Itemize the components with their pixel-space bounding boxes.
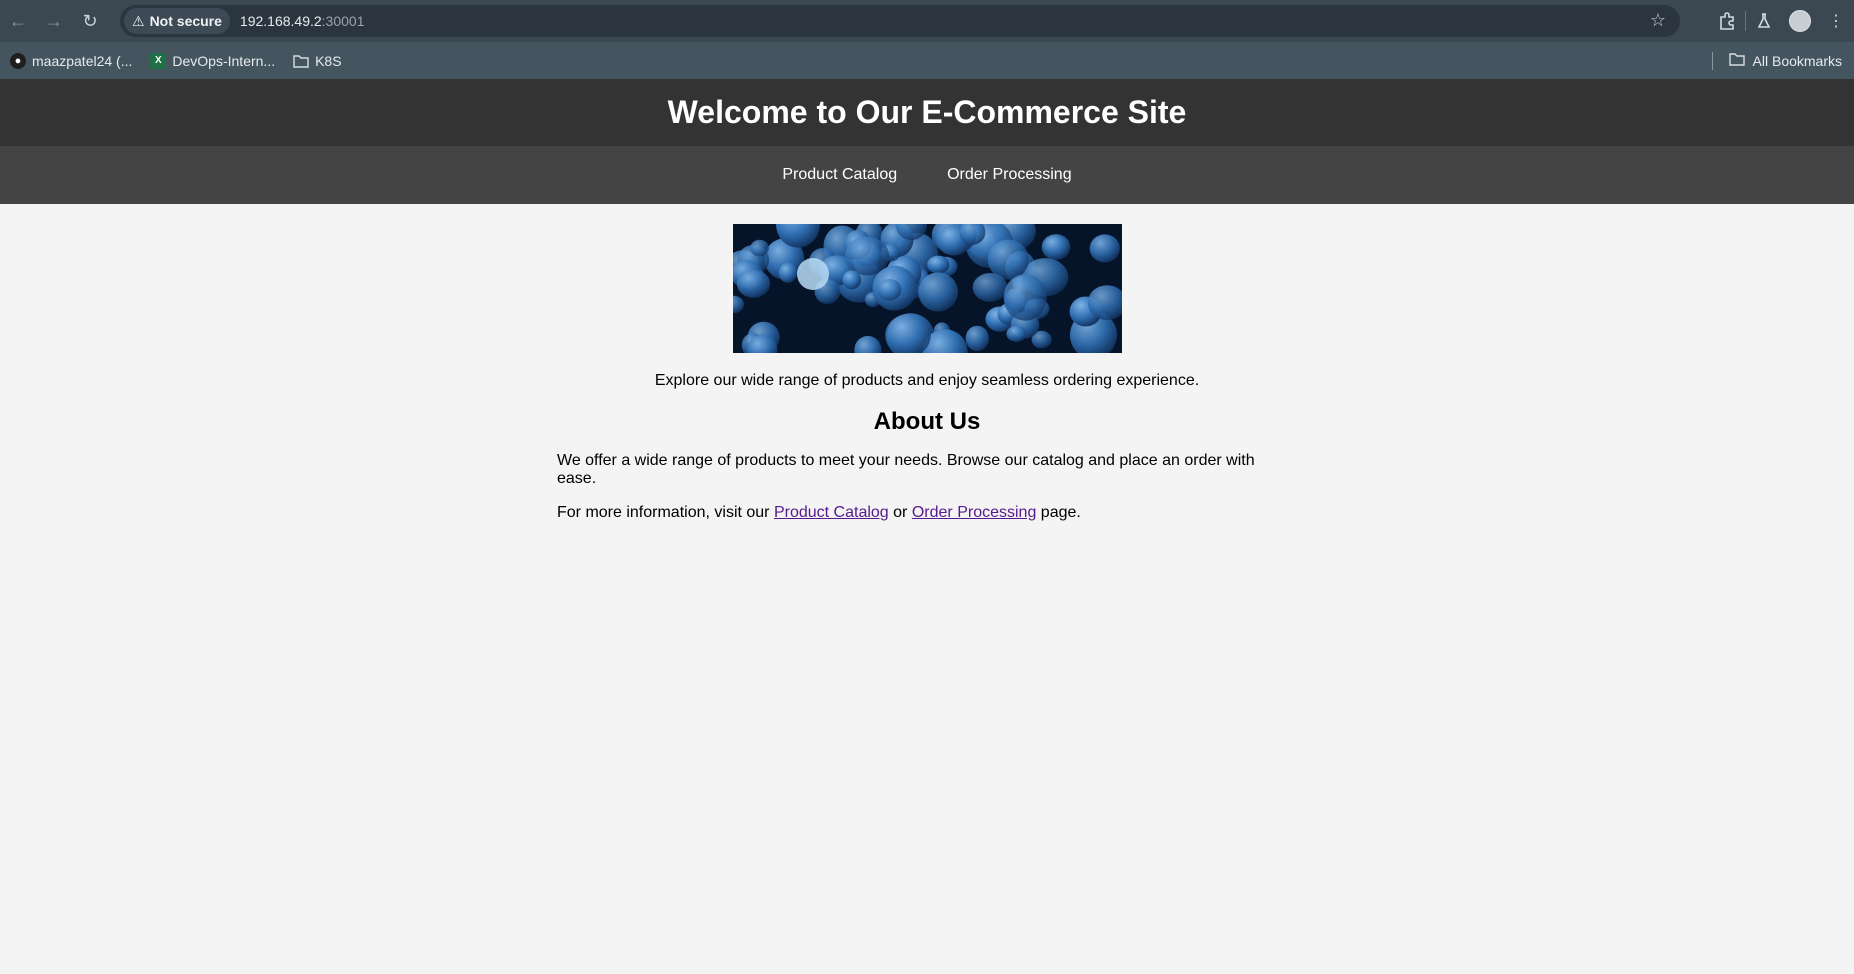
bookmark-label: K8S bbox=[315, 52, 342, 69]
pebble-shape bbox=[926, 255, 949, 274]
pebble-shape bbox=[1005, 325, 1026, 342]
more-info-prefix: For more information, visit our bbox=[557, 504, 770, 521]
pebble-shape bbox=[917, 272, 958, 312]
pebble-shape bbox=[844, 236, 889, 276]
pebble-shape bbox=[749, 239, 769, 257]
about-heading: About Us bbox=[873, 408, 981, 435]
more-info-or: or bbox=[893, 504, 908, 521]
pebble-shape bbox=[876, 279, 901, 301]
bookmark-label: maazpatel24 (... bbox=[32, 52, 133, 69]
hero-image-pebbles bbox=[732, 224, 1122, 353]
more-info-suffix: page. bbox=[1040, 504, 1081, 521]
about-text: We offer a wide range of products to mee… bbox=[557, 452, 1255, 487]
order-processing-link[interactable]: Order Processing bbox=[912, 504, 1037, 521]
more-info-text: For more information, visit our Product … bbox=[557, 504, 1297, 522]
hero-image bbox=[732, 224, 1122, 353]
bookmark-devops[interactable]: X DevOps-Intern... bbox=[150, 52, 276, 69]
bookmarks-bar: ● maazpatel24 (... X DevOps-Intern... K8… bbox=[0, 42, 1854, 80]
product-catalog-link[interactable]: Product Catalog bbox=[774, 504, 889, 521]
forward-icon[interactable]: → bbox=[36, 0, 72, 42]
pebble-shape bbox=[736, 269, 770, 298]
pebble-shape bbox=[841, 270, 861, 290]
bookmark-k8s-folder[interactable]: K8S bbox=[293, 52, 342, 69]
labs-flask-icon[interactable] bbox=[1746, 0, 1782, 42]
pebble-shape bbox=[1089, 234, 1120, 263]
back-icon[interactable]: ← bbox=[0, 0, 36, 42]
extensions-icon[interactable] bbox=[1709, 0, 1745, 42]
folder-icon bbox=[1728, 52, 1745, 69]
bookmark-label: DevOps-Intern... bbox=[172, 52, 276, 69]
all-bookmarks-label: All Bookmarks bbox=[1752, 52, 1842, 69]
reload-icon[interactable]: ↻ bbox=[72, 0, 108, 42]
address-bar[interactable]: ⚠ Not secure 192.168.49.2:30001 ☆ bbox=[120, 5, 1680, 37]
site-title: Welcome to Our E-Commerce Site bbox=[667, 94, 1187, 130]
nav-product-catalog-link[interactable]: Product Catalog bbox=[782, 166, 897, 184]
pebble-shape bbox=[1003, 274, 1047, 321]
warning-icon: ⚠ bbox=[132, 12, 145, 29]
web-page: Welcome to Our E-Commerce Site Product C… bbox=[0, 79, 1854, 974]
all-bookmarks-button[interactable]: All Bookmarks bbox=[1711, 42, 1842, 79]
profile-avatar[interactable] bbox=[1782, 0, 1818, 42]
url-host: 192.168.49.2 bbox=[239, 13, 322, 29]
bookmarks-divider bbox=[1711, 51, 1713, 70]
url-text[interactable]: 192.168.49.2:30001 bbox=[240, 13, 365, 29]
main-content: Explore our wide range of products and e… bbox=[0, 224, 1854, 522]
site-header: Welcome to Our E-Commerce Site bbox=[0, 79, 1854, 146]
security-label: Not secure bbox=[149, 13, 222, 29]
url-port: :30001 bbox=[321, 13, 365, 29]
menu-kebab-icon[interactable]: ⋮ bbox=[1818, 0, 1854, 42]
excel-icon: X bbox=[150, 52, 167, 69]
bookmark-star-icon[interactable]: ☆ bbox=[1650, 10, 1666, 31]
pebble-highlight bbox=[796, 258, 829, 290]
github-icon: ● bbox=[10, 52, 26, 69]
folder-icon bbox=[293, 53, 309, 69]
pebble-shape bbox=[778, 262, 797, 283]
security-chip[interactable]: ⚠ Not secure bbox=[124, 8, 230, 34]
pebble-shape bbox=[972, 273, 1007, 302]
tagline: Explore our wide range of products and e… bbox=[654, 372, 1200, 389]
browser-toolbar: ← → ↻ ⚠ Not secure 192.168.49.2:30001 ☆ … bbox=[0, 0, 1854, 42]
pebble-shape bbox=[1041, 234, 1070, 260]
bookmark-github[interactable]: ● maazpatel24 (... bbox=[10, 52, 133, 69]
pebble-shape bbox=[965, 325, 989, 352]
about-section: We offer a wide range of products to mee… bbox=[557, 452, 1297, 522]
site-nav: Product Catalog Order Processing bbox=[0, 146, 1854, 204]
nav-order-processing-link[interactable]: Order Processing bbox=[947, 166, 1072, 184]
